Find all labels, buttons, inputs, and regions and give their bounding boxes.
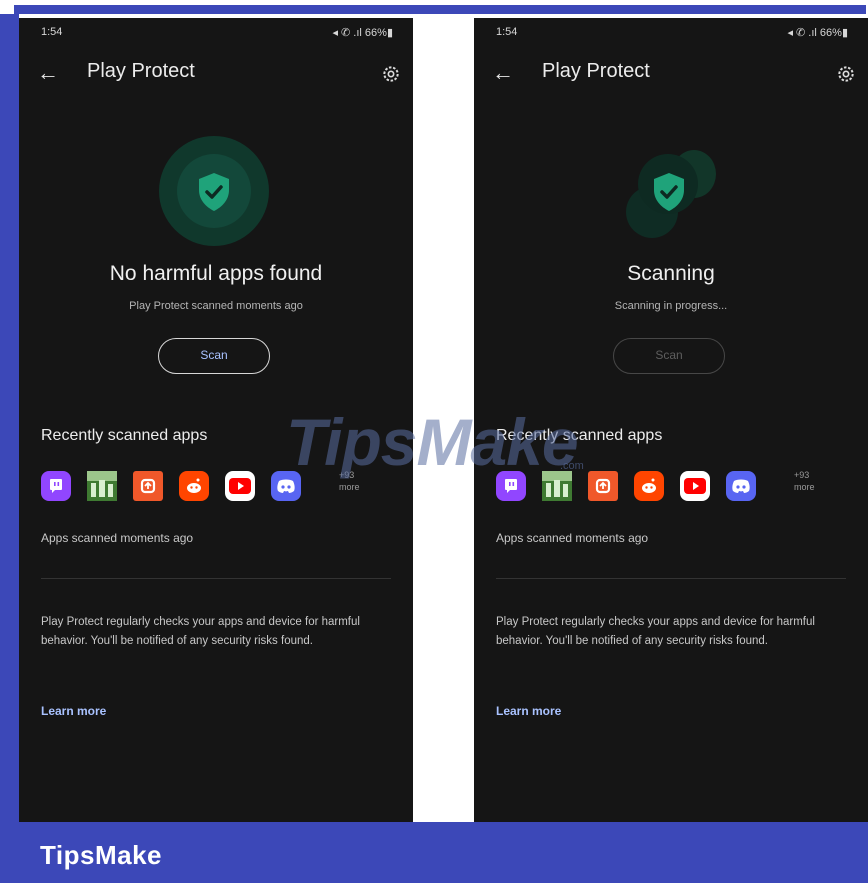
status-subtitle: Play Protect scanned moments ago — [129, 300, 303, 312]
scan-button[interactable]: Scan — [613, 338, 725, 374]
settings-gear-icon[interactable] — [381, 64, 401, 84]
twitch-icon — [41, 471, 71, 501]
reddit-icon — [634, 471, 664, 501]
status-headline: Scanning — [627, 262, 715, 285]
back-arrow-icon[interactable]: ← — [37, 60, 59, 86]
description-text: Play Protect regularly checks your apps … — [41, 616, 360, 647]
app-bar: ← Play Protect — [474, 58, 868, 90]
reddit-icon — [179, 471, 209, 501]
bottom-banner: TipsMake — [0, 822, 868, 883]
status-headline: No harmful apps found — [109, 262, 323, 285]
description-text: Play Protect regularly checks your apps … — [496, 616, 815, 647]
apps-scanned-text: Apps scanned moments ago — [496, 531, 649, 545]
app-bar: ← Play Protect — [19, 58, 413, 90]
shield-check-icon — [654, 173, 684, 211]
status-battery: ◂ ✆ .ıl 66%▮ — [787, 27, 848, 39]
top-frame — [0, 0, 868, 18]
shield-check-icon — [199, 173, 229, 211]
settings-gear-icon[interactable] — [836, 64, 856, 84]
learn-more-link[interactable]: Learn more — [41, 704, 106, 718]
scan-button[interactable]: Scan — [158, 338, 270, 374]
status-bar: 1:54 ◂ ✆ .ıl 66%▮ — [41, 26, 393, 42]
page-title: Play Protect — [87, 60, 195, 82]
shield-status-graphic — [159, 136, 269, 246]
back-arrow-icon[interactable]: ← — [492, 60, 514, 86]
more-apps-count[interactable]: +93 more — [794, 469, 815, 493]
game-icon — [87, 471, 117, 501]
page-title: Play Protect — [542, 60, 650, 82]
brand-name: TipsMake — [40, 840, 163, 870]
status-time: 1:54 — [496, 26, 518, 38]
orange-app-icon — [588, 471, 618, 501]
discord-icon — [726, 471, 756, 501]
learn-more-link[interactable]: Learn more — [496, 704, 561, 718]
orange-app-icon — [133, 471, 163, 501]
left-frame — [0, 14, 19, 824]
watermark: TipsMake — [286, 405, 579, 479]
divider — [496, 578, 846, 579]
watermark-suffix: .com — [560, 460, 584, 472]
status-time: 1:54 — [41, 26, 63, 38]
apps-scanned-text: Apps scanned moments ago — [41, 531, 194, 545]
recently-scanned-heading: Recently scanned apps — [41, 427, 208, 444]
divider — [41, 578, 391, 579]
youtube-icon — [225, 471, 255, 501]
status-bar: 1:54 ◂ ✆ .ıl 66%▮ — [496, 26, 848, 42]
status-subtitle: Scanning in progress... — [614, 300, 728, 312]
scanning-animation-graphic — [614, 136, 724, 246]
status-battery: ◂ ✆ .ıl 66%▮ — [332, 27, 393, 39]
youtube-icon — [680, 471, 710, 501]
